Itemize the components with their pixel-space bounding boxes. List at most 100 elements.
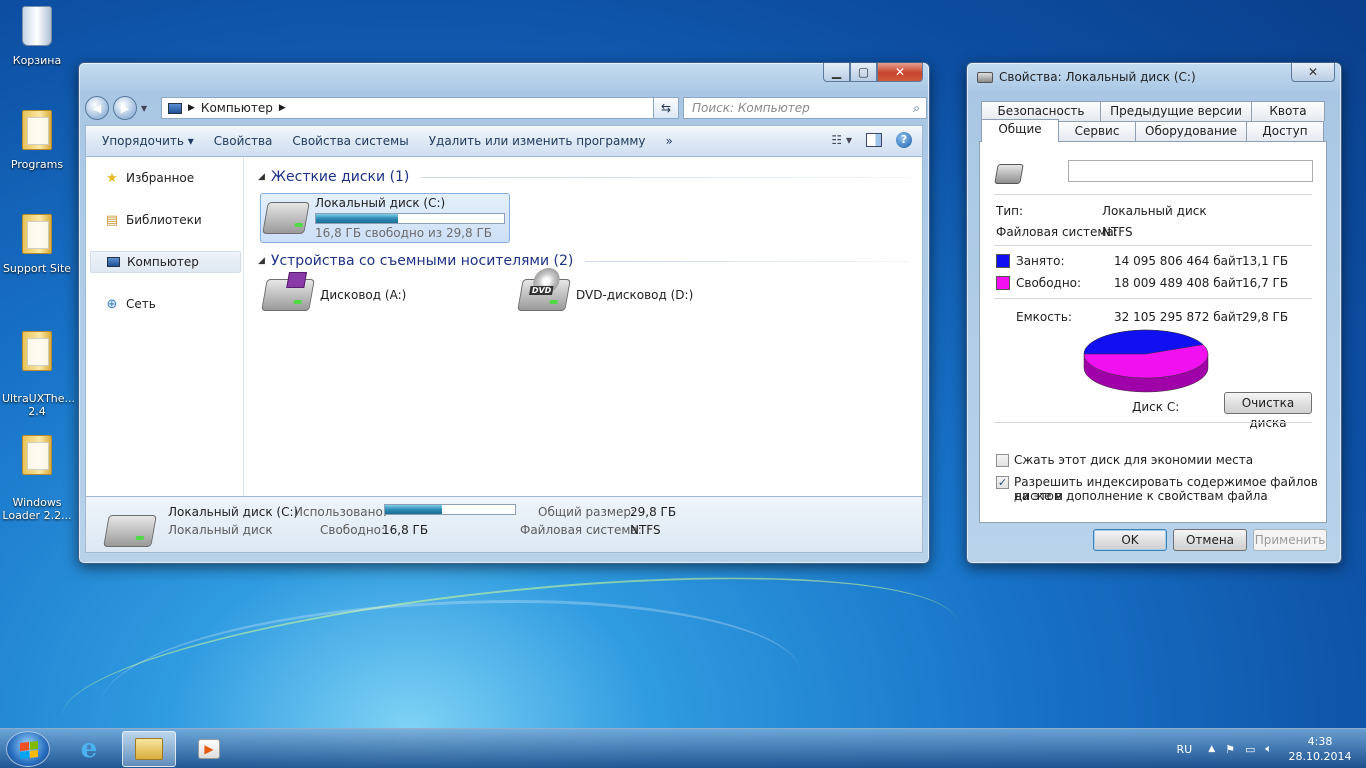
- desktop-icon-recycle-bin[interactable]: Корзина: [2, 6, 72, 67]
- navigation-pane: ★ Избранное ▤ Библиотеки Компьютер ⊕ Сет…: [86, 157, 244, 496]
- tab-hardware[interactable]: Оборудование: [1135, 121, 1247, 141]
- maximize-button[interactable]: ▢: [850, 63, 877, 82]
- fs-value: NTFS: [1102, 225, 1133, 239]
- clock-time: 4:38: [1307, 735, 1333, 748]
- properties-button[interactable]: Свойства: [208, 134, 287, 148]
- close-button[interactable]: ✕: [877, 63, 923, 82]
- start-button[interactable]: [6, 731, 50, 767]
- nav-item-label: Избранное: [126, 171, 195, 185]
- network-tray-icon[interactable]: ▭: [1245, 743, 1255, 756]
- dialog-title: Свойства: Локальный диск (C:): [999, 70, 1196, 84]
- recent-pages-icon[interactable]: ▼: [141, 104, 147, 113]
- group-header-removable[interactable]: ◢ Устройства со съемными носителями (2): [258, 253, 908, 269]
- group-header-hard-drives[interactable]: ◢ Жесткие диски (1): [258, 169, 908, 185]
- minimize-button[interactable]: ▁: [823, 63, 850, 82]
- nav-item-label: Сеть: [126, 297, 156, 311]
- group-header-label: Жесткие диски (1): [270, 169, 410, 185]
- breadcrumb-computer[interactable]: Компьютер: [201, 101, 273, 115]
- forward-button[interactable]: ▶: [113, 96, 137, 120]
- caption-buttons: ✕: [1291, 63, 1335, 82]
- desktop-icon-label: Programs: [10, 158, 64, 171]
- nav-item-computer[interactable]: Компьютер: [90, 251, 241, 273]
- collapse-caret-icon[interactable]: ◢: [258, 256, 265, 266]
- apply-button[interactable]: Применить: [1253, 529, 1327, 551]
- capacity-bytes: 32 105 295 872 байт: [1114, 310, 1243, 324]
- disk-cleanup-button[interactable]: Очистка диска: [1224, 392, 1312, 430]
- used-bytes: 14 095 806 464 байт: [1114, 254, 1243, 268]
- ok-button[interactable]: OK: [1093, 529, 1167, 551]
- desktop-icon-programs[interactable]: Programs: [2, 110, 72, 171]
- desktop-icon-ultrauxtheme[interactable]: UltraUXThe... 2.4: [2, 318, 75, 431]
- system-tray: RU ▲ ⚑ ▭ 🔈︎ 4:38 28.10.2014: [1176, 729, 1366, 768]
- recycle-bin-icon: [19, 6, 55, 50]
- details-used-label: Использовано:: [294, 505, 387, 519]
- refresh-button[interactable]: ⇆: [653, 97, 679, 119]
- desktop-icon-label: Корзина: [12, 54, 62, 67]
- internet-explorer-icon: e: [80, 734, 98, 764]
- used-color-swatch: [996, 254, 1010, 268]
- back-button[interactable]: ◀: [85, 96, 109, 120]
- tab-general[interactable]: Общие: [981, 119, 1059, 142]
- more-commands-button[interactable]: »: [660, 134, 687, 148]
- address-bar[interactable]: ▶ Компьютер ▶ ▼: [161, 97, 675, 119]
- drive-a-tile[interactable]: Дисковод (A:): [261, 272, 406, 311]
- language-indicator[interactable]: RU: [1176, 743, 1192, 756]
- cancel-button[interactable]: Отмена: [1173, 529, 1247, 551]
- show-hidden-icons-icon[interactable]: ▲: [1208, 744, 1215, 754]
- change-view-icon[interactable]: ☷ ▾: [831, 133, 852, 147]
- search-icon[interactable]: ⌕: [913, 98, 920, 118]
- capacity-label: Емкость:: [1016, 310, 1072, 324]
- uninstall-program-button[interactable]: Удалить или изменить программу: [423, 134, 660, 148]
- tab-row-back: Безопасность Предыдущие версии Квота: [981, 101, 1325, 121]
- compress-checkbox[interactable]: [996, 454, 1009, 467]
- volume-label-input[interactable]: [1068, 160, 1313, 182]
- folder-icon: [19, 214, 55, 258]
- details-title: Локальный диск (C:): [168, 505, 299, 519]
- details-fs-label: Файловая система:: [520, 523, 642, 537]
- organize-button[interactable]: Упорядочить ▾: [96, 134, 208, 148]
- desktop-icon-support-site[interactable]: Support Site: [2, 214, 72, 275]
- folder-icon: [19, 110, 55, 154]
- content-pane: ◢ Жесткие диски (1) Локальный диск (C:) …: [252, 157, 922, 496]
- search-input[interactable]: Поиск: Компьютер ⌕: [683, 97, 927, 119]
- collapse-caret-icon[interactable]: ◢: [258, 172, 265, 182]
- tab-quota[interactable]: Квота: [1251, 101, 1325, 121]
- tab-previous-versions[interactable]: Предыдущие версии: [1100, 101, 1252, 121]
- tab-security[interactable]: Безопасность: [981, 101, 1101, 121]
- tab-sharing[interactable]: Доступ: [1246, 121, 1324, 141]
- nav-item-favorites[interactable]: ★ Избранное: [90, 167, 241, 189]
- properties-dialog[interactable]: Свойства: Локальный диск (C:) ✕ Безопасн…: [966, 62, 1342, 564]
- free-gb: 16,7 ГБ: [1242, 276, 1289, 290]
- desktop-icon-windows-loader[interactable]: Windows Loader 2.2...: [2, 422, 72, 535]
- explorer-body: ★ Избранное ▤ Библиотеки Компьютер ⊕ Сет…: [85, 157, 923, 497]
- tab-tools[interactable]: Сервис: [1058, 121, 1136, 141]
- nav-item-libraries[interactable]: ▤ Библиотеки: [90, 209, 241, 231]
- computer-icon: [168, 102, 182, 114]
- action-center-flag-icon[interactable]: ⚑: [1225, 743, 1235, 756]
- volume-icon[interactable]: 🔈︎: [1265, 742, 1272, 756]
- index-checkbox[interactable]: ✓: [996, 476, 1009, 489]
- preview-pane-icon[interactable]: [866, 133, 882, 147]
- clock[interactable]: 4:38 28.10.2014: [1288, 734, 1352, 764]
- breadcrumb-chevron-icon[interactable]: ▶: [279, 103, 286, 113]
- drive-d-tile[interactable]: DVD DVD-дисковод (D:): [517, 268, 693, 311]
- taskbar-explorer[interactable]: [122, 731, 176, 767]
- system-properties-button[interactable]: Свойства системы: [286, 134, 422, 148]
- dvd-drive-icon: DVD: [517, 268, 571, 311]
- type-label: Тип:: [996, 204, 1024, 218]
- desktop-icon-label: Windows Loader 2.2...: [2, 496, 72, 522]
- nav-item-label: Библиотеки: [126, 213, 202, 227]
- hard-drive-icon: [977, 71, 993, 83]
- taskbar-internet-explorer[interactable]: e: [62, 731, 116, 767]
- close-button[interactable]: ✕: [1291, 63, 1335, 82]
- help-icon[interactable]: ?: [896, 132, 912, 148]
- drive-c-tile[interactable]: Локальный диск (C:) 16,8 ГБ свободно из …: [260, 193, 510, 243]
- library-icon: ▤: [105, 212, 119, 228]
- taskbar-media-player[interactable]: ▶: [182, 731, 236, 767]
- network-icon: ⊕: [106, 296, 118, 312]
- details-pane: Локальный диск (C:) Локальный диск Испол…: [85, 497, 923, 553]
- explorer-window[interactable]: ▁ ▢ ✕ ◀ ▶ ▼ ▶ Компьютер ▶ ▼ ⇆ Поиск: Ком…: [78, 62, 930, 564]
- nav-item-network[interactable]: ⊕ Сеть: [90, 293, 241, 315]
- used-gb: 13,1 ГБ: [1242, 254, 1289, 268]
- star-icon: ★: [106, 170, 118, 186]
